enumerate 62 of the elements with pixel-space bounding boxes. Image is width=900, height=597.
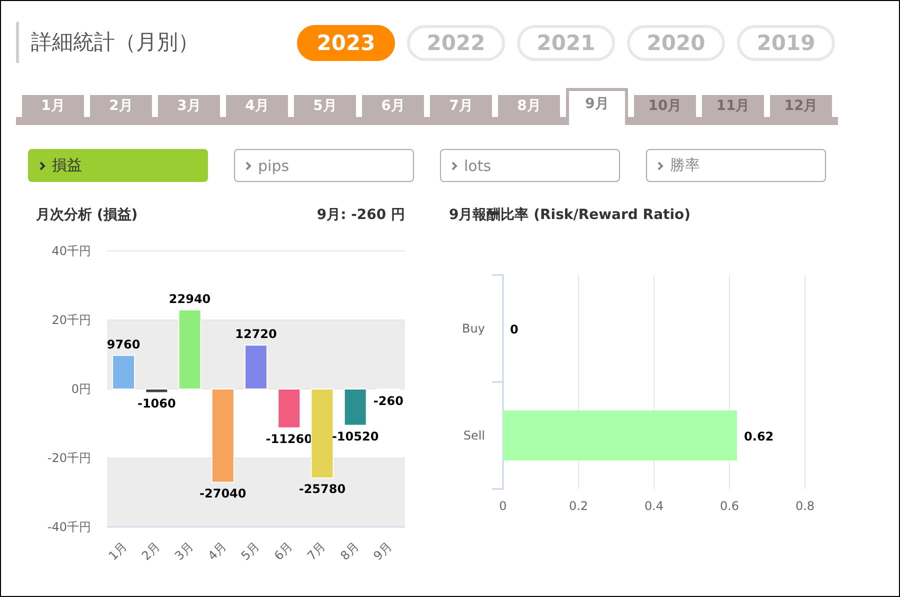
year-tab[interactable]: 2022 <box>407 24 505 60</box>
chart-bar <box>278 388 301 428</box>
year-tab[interactable]: 2019 <box>737 24 835 60</box>
axis-label: 9月 <box>370 539 395 563</box>
chart-title: 月次分析 (損益) <box>36 206 138 225</box>
axis-label: 0円 <box>71 382 91 396</box>
axis-label: 0.2 <box>568 499 588 513</box>
month-tab[interactable]: 8月 <box>498 95 560 117</box>
axis-label: Buy <box>462 322 485 336</box>
chart-bar <box>244 344 268 390</box>
data-label: 22940 <box>168 292 211 306</box>
month-tab[interactable]: 3月 <box>158 95 220 117</box>
axis-label: -40千円 <box>47 520 91 534</box>
chevron-icon <box>245 160 252 170</box>
data-label: 9760 <box>106 337 140 352</box>
axis-label: 0 <box>499 499 507 513</box>
axis-label: Sell <box>463 428 485 442</box>
axis-label: 2月 <box>139 539 163 563</box>
year-tab[interactable]: 2020 <box>627 24 725 60</box>
chevron-icon <box>39 160 46 170</box>
data-label: -10520 <box>332 429 379 444</box>
chart-bar <box>344 388 367 426</box>
axis-label: 20千円 <box>52 313 91 327</box>
chart-bar <box>145 388 168 394</box>
data-label: -25780 <box>298 482 346 496</box>
chart-summary: 9月: -260 円 <box>316 206 405 225</box>
axis-label: 7月 <box>304 539 328 563</box>
year-tab[interactable]: 2023 <box>297 24 395 60</box>
data-label: -27040 <box>200 486 246 500</box>
data-label: -260 <box>373 394 404 408</box>
metric-button[interactable]: lots <box>440 149 620 182</box>
metric-button[interactable]: pips <box>234 149 414 182</box>
axis-label: 1月 <box>106 539 130 563</box>
month-tab[interactable]: 4月 <box>226 95 288 117</box>
axis-label: 4月 <box>205 539 229 563</box>
axis-label: 3月 <box>172 539 196 563</box>
month-tab[interactable]: 1月 <box>22 95 84 117</box>
axis-label: -20千円 <box>47 451 91 465</box>
data-label: 12720 <box>235 327 277 342</box>
chart-bar <box>112 354 136 390</box>
axis-label: 40千円 <box>52 244 91 258</box>
axis-label: 6月 <box>271 539 296 563</box>
axis-label: 5月 <box>238 539 262 563</box>
axis-label: 0.6 <box>720 499 740 513</box>
month-tab[interactable]: 5月 <box>294 95 356 117</box>
axis-label: 0.8 <box>795 499 815 513</box>
chart-title: 9月報酬比率 (Risk/Reward Ratio) <box>449 206 691 225</box>
month-tab[interactable]: 2月 <box>90 95 152 117</box>
axis-label: 0.4 <box>644 499 664 513</box>
chevron-icon <box>451 160 458 170</box>
data-label: -1060 <box>137 396 176 411</box>
data-label: 0 <box>510 322 518 336</box>
month-tab[interactable]: 7月 <box>430 95 492 117</box>
chevron-icon <box>657 160 664 170</box>
year-tab[interactable]: 2021 <box>517 24 615 60</box>
month-tab[interactable]: 9月 <box>566 88 628 125</box>
data-label: 0.62 <box>744 430 774 444</box>
metric-button[interactable]: 損益 <box>28 149 208 182</box>
metric-button[interactable]: 勝率 <box>646 149 826 182</box>
axis-label: 8月 <box>338 539 362 563</box>
data-label: -11260 <box>266 432 312 446</box>
month-tab[interactable]: 6月 <box>362 95 424 117</box>
